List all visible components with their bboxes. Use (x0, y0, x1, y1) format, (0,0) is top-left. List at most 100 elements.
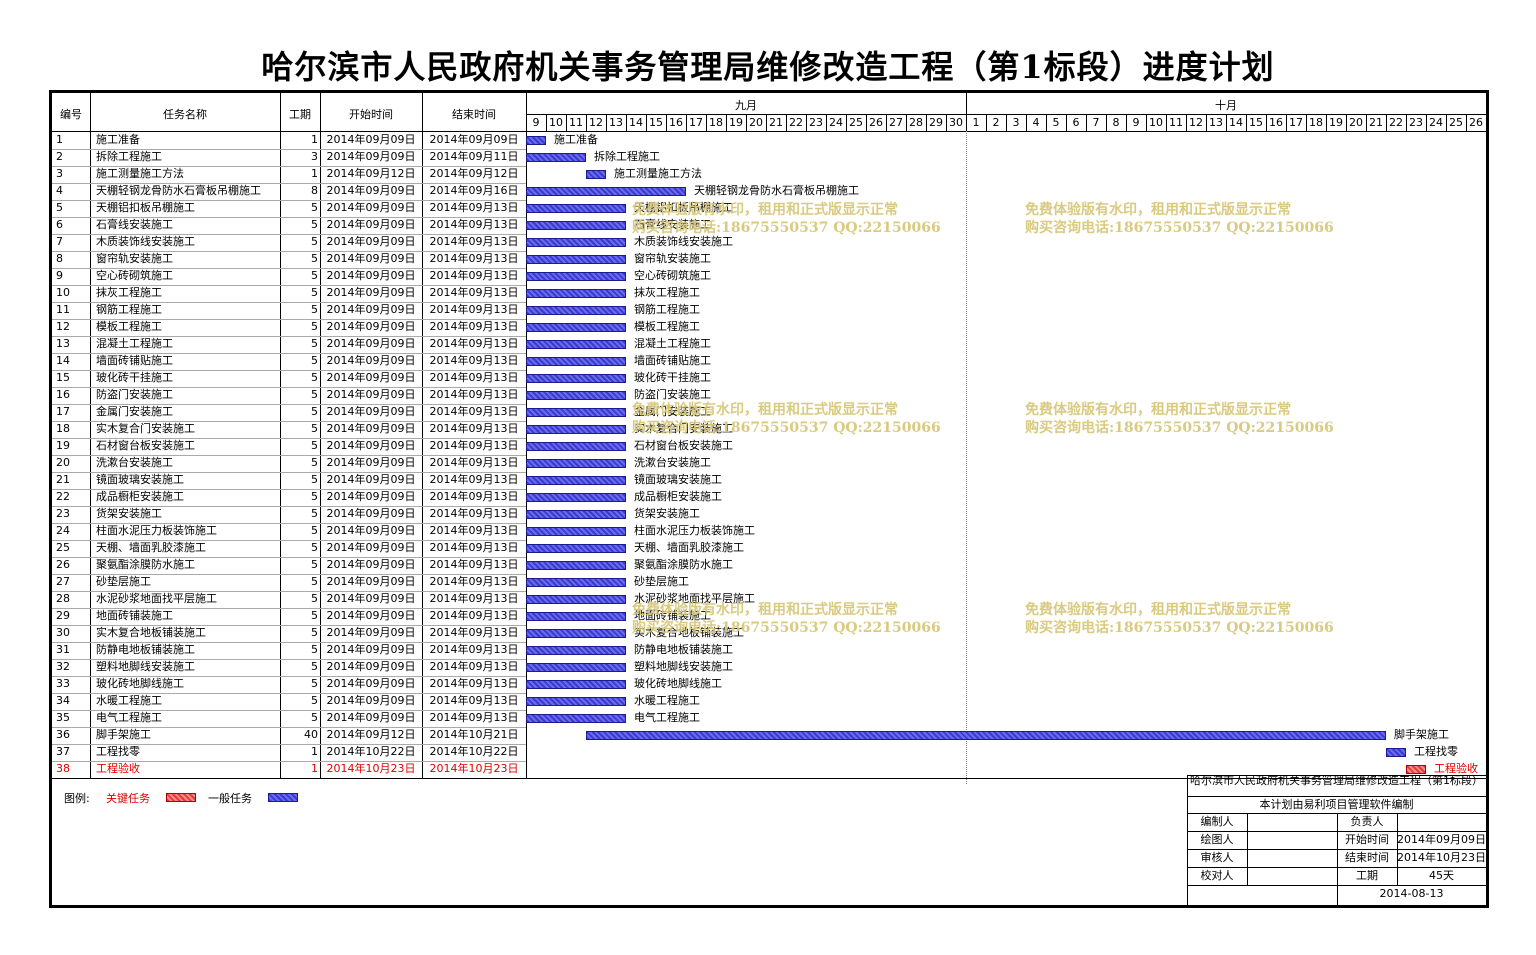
task-name: 水暖工程施工 (96, 694, 162, 707)
task-id: 35 (56, 711, 70, 724)
gantt-bar[interactable] (526, 527, 626, 536)
table-row[interactable]: 26 聚氨酯涂膜防水施工 5 2014年09月09日 2014年09月13日 (52, 557, 526, 574)
gantt-bar[interactable] (526, 680, 626, 689)
gantt-bar[interactable] (526, 238, 626, 247)
task-end: 2014年09月13日 (429, 592, 519, 605)
gantt-bar[interactable] (526, 510, 626, 519)
table-row[interactable]: 7 木质装饰线安装施工 5 2014年09月09日 2014年09月13日 (52, 234, 526, 251)
task-name: 防盗门安装施工 (96, 388, 173, 401)
gantt-bar[interactable] (526, 561, 626, 570)
table-row[interactable]: 29 地面砖铺装施工 5 2014年09月09日 2014年09月13日 (52, 608, 526, 625)
gantt-bar[interactable] (526, 204, 626, 213)
table-row[interactable]: 37 工程找零 1 2014年10月22日 2014年10月22日 (52, 744, 526, 761)
gantt-bar[interactable] (526, 697, 626, 706)
gantt-bar[interactable] (586, 170, 606, 179)
gantt-bar[interactable] (526, 493, 626, 502)
table-row[interactable]: 14 墙面砖铺贴施工 5 2014年09月09日 2014年09月13日 (52, 353, 526, 370)
table-row[interactable]: 36 脚手架施工 40 2014年09月12日 2014年10月21日 (52, 727, 526, 744)
gantt-bar[interactable] (526, 323, 626, 332)
task-id: 29 (56, 609, 70, 622)
gantt-bar[interactable] (526, 459, 626, 468)
table-row[interactable]: 33 玻化砖地脚线施工 5 2014年09月09日 2014年09月13日 (52, 676, 526, 693)
gantt-bar[interactable] (1386, 748, 1406, 757)
task-duration: 8 (311, 184, 318, 197)
table-row[interactable]: 12 模板工程施工 5 2014年09月09日 2014年09月13日 (52, 319, 526, 336)
table-row[interactable]: 9 空心砖砌筑施工 5 2014年09月09日 2014年09月13日 (52, 268, 526, 285)
task-end: 2014年09月13日 (429, 439, 519, 452)
gantt-bar[interactable] (586, 731, 1386, 740)
table-row[interactable]: 21 镜面玻璃安装施工 5 2014年09月09日 2014年09月13日 (52, 472, 526, 489)
gantt-bar[interactable] (526, 221, 626, 230)
table-row[interactable]: 35 电气工程施工 5 2014年09月09日 2014年09月13日 (52, 710, 526, 727)
gantt-bar[interactable] (526, 340, 626, 349)
gantt-bar[interactable] (526, 595, 626, 604)
gantt-bar[interactable] (526, 442, 626, 451)
gantt-bar[interactable] (526, 663, 626, 672)
table-row[interactable]: 31 防静电地板铺装施工 5 2014年09月09日 2014年09月13日 (52, 642, 526, 659)
gantt-bar-label: 木质装饰线安装施工 (634, 235, 733, 248)
gantt-bar[interactable] (526, 476, 626, 485)
table-row[interactable]: 19 石材窗台板安装施工 5 2014年09月09日 2014年09月13日 (52, 438, 526, 455)
table-row[interactable]: 25 天棚、墙面乳胶漆施工 5 2014年09月09日 2014年09月13日 (52, 540, 526, 557)
gantt-bar[interactable] (526, 153, 586, 162)
gantt-bar[interactable] (1406, 765, 1426, 774)
table-row[interactable]: 8 窗帘轨安装施工 5 2014年09月09日 2014年09月13日 (52, 251, 526, 268)
table-row[interactable]: 27 砂垫层施工 5 2014年09月09日 2014年09月13日 (52, 574, 526, 591)
gantt-bar[interactable] (526, 136, 546, 145)
table-row[interactable]: 22 成品橱柜安装施工 5 2014年09月09日 2014年09月13日 (52, 489, 526, 506)
table-row[interactable]: 11 钢筋工程施工 5 2014年09月09日 2014年09月13日 (52, 302, 526, 319)
table-row[interactable]: 6 石膏线安装施工 5 2014年09月09日 2014年09月13日 (52, 217, 526, 234)
day-divider (1126, 114, 1127, 131)
table-row[interactable]: 5 天棚铝扣板吊棚施工 5 2014年09月09日 2014年09月13日 (52, 200, 526, 217)
table-row[interactable]: 24 柱面水泥压力板装饰施工 5 2014年09月09日 2014年09月13日 (52, 523, 526, 540)
day-label: 25 (1449, 116, 1463, 129)
gantt-bar[interactable] (526, 357, 626, 366)
table-row[interactable]: 3 施工测量施工方法 1 2014年09月12日 2014年09月12日 (52, 166, 526, 183)
gantt-bar[interactable] (526, 391, 626, 400)
gantt-bar[interactable] (526, 374, 626, 383)
gantt-bar-label: 天棚、墙面乳胶漆施工 (634, 541, 744, 554)
task-name: 墙面砖铺贴施工 (96, 354, 173, 367)
table-row[interactable]: 15 玻化砖干挂施工 5 2014年09月09日 2014年09月13日 (52, 370, 526, 387)
table-row[interactable]: 18 实木复合门安装施工 5 2014年09月09日 2014年09月13日 (52, 421, 526, 438)
table-row[interactable]: 34 水暖工程施工 5 2014年09月09日 2014年09月13日 (52, 693, 526, 710)
gantt-bar[interactable] (526, 646, 626, 655)
table-row[interactable]: 17 金属门安装施工 5 2014年09月09日 2014年09月13日 (52, 404, 526, 421)
table-row[interactable]: 32 塑料地脚线安装施工 5 2014年09月09日 2014年09月13日 (52, 659, 526, 676)
task-start: 2014年09月09日 (326, 235, 416, 248)
gantt-bar[interactable] (526, 629, 626, 638)
day-label: 15 (1249, 116, 1263, 129)
table-row[interactable]: 16 防盗门安装施工 5 2014年09月09日 2014年09月13日 (52, 387, 526, 404)
table-row[interactable]: 10 抹灰工程施工 5 2014年09月09日 2014年09月13日 (52, 285, 526, 302)
gantt-bar[interactable] (526, 187, 686, 196)
gantt-bar[interactable] (526, 408, 626, 417)
table-row[interactable]: 13 混凝土工程施工 5 2014年09月09日 2014年09月13日 (52, 336, 526, 353)
gantt-bar-label: 施工准备 (554, 133, 598, 146)
info-duration-label: 工期 (1356, 869, 1378, 882)
task-end: 2014年09月13日 (429, 371, 519, 384)
table-row[interactable]: 23 货架安装施工 5 2014年09月09日 2014年09月13日 (52, 506, 526, 523)
table-row[interactable]: 38 工程验收 1 2014年10月23日 2014年10月23日 (52, 761, 526, 778)
gantt-bar[interactable] (526, 612, 626, 621)
gantt-bar[interactable] (526, 289, 626, 298)
table-row[interactable]: 20 洗漱台安装施工 5 2014年09月09日 2014年09月13日 (52, 455, 526, 472)
gantt-bar[interactable] (526, 255, 626, 264)
table-row[interactable]: 4 天棚轻钢龙骨防水石膏板吊棚施工 8 2014年09月09日 2014年09月16日 (52, 183, 526, 200)
gantt-bar[interactable] (526, 272, 626, 281)
task-id: 18 (56, 422, 70, 435)
task-name: 窗帘轨安装施工 (96, 252, 173, 265)
table-row[interactable]: 2 拆除工程施工 3 2014年09月09日 2014年09月11日 (52, 149, 526, 166)
gantt-bar[interactable] (526, 544, 626, 553)
table-row[interactable]: 30 实木复合地板铺装施工 5 2014年09月09日 2014年09月13日 (52, 625, 526, 642)
task-name: 木质装饰线安装施工 (96, 235, 195, 248)
gantt-bar[interactable] (526, 578, 626, 587)
gantt-bar[interactable] (526, 714, 626, 723)
gantt-bar[interactable] (526, 306, 626, 315)
gantt-bar[interactable] (526, 425, 626, 434)
table-row[interactable]: 28 水泥砂浆地面找平层施工 5 2014年09月09日 2014年09月13日 (52, 591, 526, 608)
task-name: 成品橱柜安装施工 (96, 490, 184, 503)
task-end: 2014年09月13日 (429, 201, 519, 214)
table-row[interactable]: 1 施工准备 1 2014年09月09日 2014年09月09日 (52, 132, 526, 149)
task-start: 2014年10月22日 (326, 745, 416, 758)
day-divider (686, 114, 687, 131)
